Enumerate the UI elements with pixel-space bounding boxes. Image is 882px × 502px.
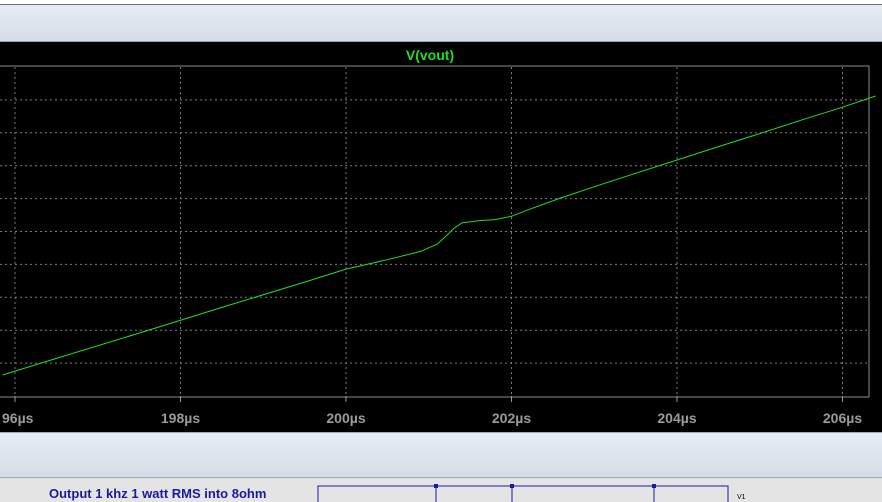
junction-dot	[510, 484, 514, 488]
x-tick-label: 206µs	[823, 410, 862, 426]
junction-dot	[652, 484, 656, 488]
plot-grid	[0, 67, 868, 396]
junction-dot	[434, 484, 438, 488]
x-axis-tick-labels: 96µs 198µs 200µs 202µs 204µs 206µs	[2, 410, 862, 426]
trace-vout[interactable]	[2, 95, 876, 376]
x-tick-label: 96µs	[2, 410, 34, 426]
x-tick-label: 204µs	[657, 410, 696, 426]
waveform-plot[interactable]: V(vout) 96µs 198µs 200µs 202µs 204µs 206µs	[0, 42, 882, 432]
component-label-v1[interactable]: V1	[737, 494, 746, 501]
x-tick-label: 200µs	[326, 410, 365, 426]
x-tick-label: 202µs	[492, 410, 531, 426]
trace-label[interactable]: V(vout)	[406, 47, 454, 63]
waveform-plot-pane[interactable]: V(vout) 96µs 198µs 200µs 202µs 204µs 206µs	[0, 42, 882, 432]
plot-window-titlebar[interactable]	[0, 5, 882, 42]
schematic-comment-text[interactable]: Output 1 khz 1 watt RMS into 8ohm	[49, 486, 266, 501]
x-tick-label: 198µs	[161, 410, 200, 426]
schematic-window-titlebar[interactable]	[0, 432, 882, 478]
